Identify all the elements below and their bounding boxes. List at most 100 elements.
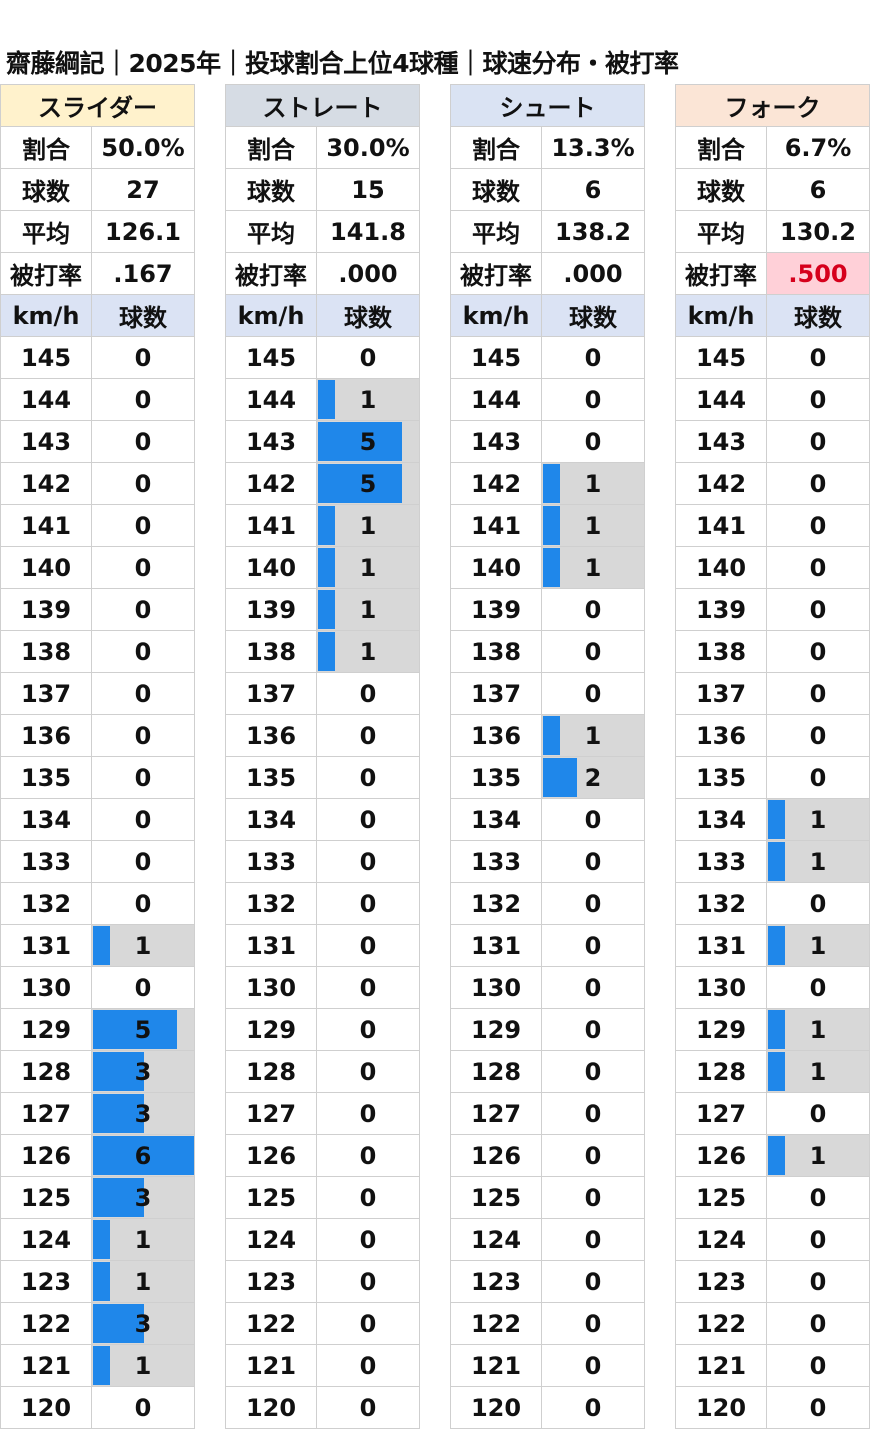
count-value: 0 (134, 889, 152, 918)
speed-label: 127 (450, 1092, 542, 1135)
table-row: 125 0 (675, 1176, 870, 1219)
count-value: 0 (809, 343, 827, 372)
count-value: 0 (359, 1057, 377, 1086)
pitch-name: ストレート (225, 84, 420, 127)
table-row: 145 0 (0, 336, 196, 379)
count-value: 0 (584, 1393, 602, 1422)
count-cell: 0 (541, 630, 645, 673)
table-row: 136 0 (225, 714, 420, 757)
pitch-table-2: シュート 割合 13.3% 球数 6 平均 138.2 被打率 .000 km/h 球数 145 0 14… (450, 84, 645, 1429)
table-row: 138 1 (225, 630, 420, 673)
count-value: 0 (359, 763, 377, 792)
table-row: 120 0 (0, 1386, 196, 1429)
count-cell: 1 (766, 1050, 870, 1093)
count-cell: 0 (766, 1092, 870, 1135)
speed-label: 126 (0, 1134, 92, 1177)
table-row: 124 0 (450, 1218, 645, 1261)
speed-label: 125 (450, 1176, 542, 1219)
table-row: 129 0 (450, 1008, 645, 1051)
speed-label: 130 (675, 966, 767, 1009)
speed-label: 131 (225, 924, 317, 967)
count-cell: 0 (90, 504, 196, 547)
table-row: 127 0 (675, 1092, 870, 1135)
table-row: 121 0 (225, 1344, 420, 1387)
count-value: 0 (134, 1393, 152, 1422)
count-cell: 1 (766, 798, 870, 841)
count-bar (93, 926, 110, 965)
table-row: 143 0 (450, 420, 645, 463)
count-cell: 0 (541, 420, 645, 463)
count-value: 0 (809, 1309, 827, 1338)
speed-label: 123 (225, 1260, 317, 1303)
count-label: 球数 (0, 168, 92, 211)
count-value: 1 (809, 847, 827, 876)
count-value: 0 (584, 1015, 602, 1044)
speed-label: 139 (450, 588, 542, 631)
ratio-value: 6.7% (766, 126, 870, 169)
count-value: 0 (359, 931, 377, 960)
speed-label: 138 (675, 630, 767, 673)
count-value: 1 (359, 511, 377, 540)
speed-label: 132 (0, 882, 92, 925)
count-value: 0 (584, 1183, 602, 1212)
count-bar (768, 842, 785, 881)
count-value: 0 (584, 973, 602, 1002)
batting-avg-label: 被打率 (450, 252, 542, 295)
batting-avg-label: 被打率 (225, 252, 317, 295)
speed-label: 128 (675, 1050, 767, 1093)
count-value: 1 (359, 385, 377, 414)
table-row: 133 0 (0, 840, 196, 883)
count-value: 5 (134, 1015, 152, 1044)
count-cell: 0 (316, 714, 420, 757)
speed-label: 139 (225, 588, 317, 631)
count-value: 1 (359, 637, 377, 666)
table-row: 145 0 (675, 336, 870, 379)
count-value: 0 (359, 805, 377, 834)
count-cell: 0 (316, 840, 420, 883)
speed-label: 142 (225, 462, 317, 505)
count-value: 0 (134, 427, 152, 456)
speed-label: 139 (675, 588, 767, 631)
count-cell: 0 (766, 336, 870, 379)
speed-label: 124 (675, 1218, 767, 1261)
count-cell: 0 (90, 462, 196, 505)
count-cell: 0 (766, 1176, 870, 1219)
count-cell: 1 (766, 924, 870, 967)
table-row: 142 0 (0, 462, 196, 505)
speed-label: 142 (450, 462, 542, 505)
count-cell: 0 (766, 714, 870, 757)
count-bar (93, 1220, 110, 1259)
speed-label: 138 (225, 630, 317, 673)
count-cell: 1 (541, 462, 645, 505)
table-row: 120 0 (450, 1386, 645, 1429)
table-row: 130 0 (0, 966, 196, 1009)
table-row: 134 0 (0, 798, 196, 841)
table-row: 140 1 (450, 546, 645, 589)
table-row: 122 0 (675, 1302, 870, 1345)
table-row: 126 1 (675, 1134, 870, 1177)
speed-label: 135 (0, 756, 92, 799)
count-value: 0 (584, 1351, 602, 1380)
count-value: 3 (134, 1183, 152, 1212)
speed-label: 128 (450, 1050, 542, 1093)
count-value: 0 (359, 1099, 377, 1128)
count-col-header: 球数 (90, 294, 196, 337)
speed-label: 131 (0, 924, 92, 967)
count-cell: 0 (766, 672, 870, 715)
speed-label: 140 (0, 546, 92, 589)
count-value: 0 (359, 847, 377, 876)
count-bar (318, 632, 335, 671)
count-cell: 0 (90, 1386, 196, 1429)
count-cell: 0 (766, 882, 870, 925)
count-cell: 0 (541, 588, 645, 631)
table-row: 142 1 (450, 462, 645, 505)
table-row: 127 3 (0, 1092, 196, 1135)
count-cell: 0 (766, 420, 870, 463)
table-row: 140 0 (0, 546, 196, 589)
count-cell: 1 (766, 1008, 870, 1051)
count-value: 0 (359, 1393, 377, 1422)
count-cell: 5 (90, 1008, 196, 1051)
speed-label: 128 (225, 1050, 317, 1093)
count-bar (318, 380, 335, 419)
speed-label: 144 (0, 378, 92, 421)
